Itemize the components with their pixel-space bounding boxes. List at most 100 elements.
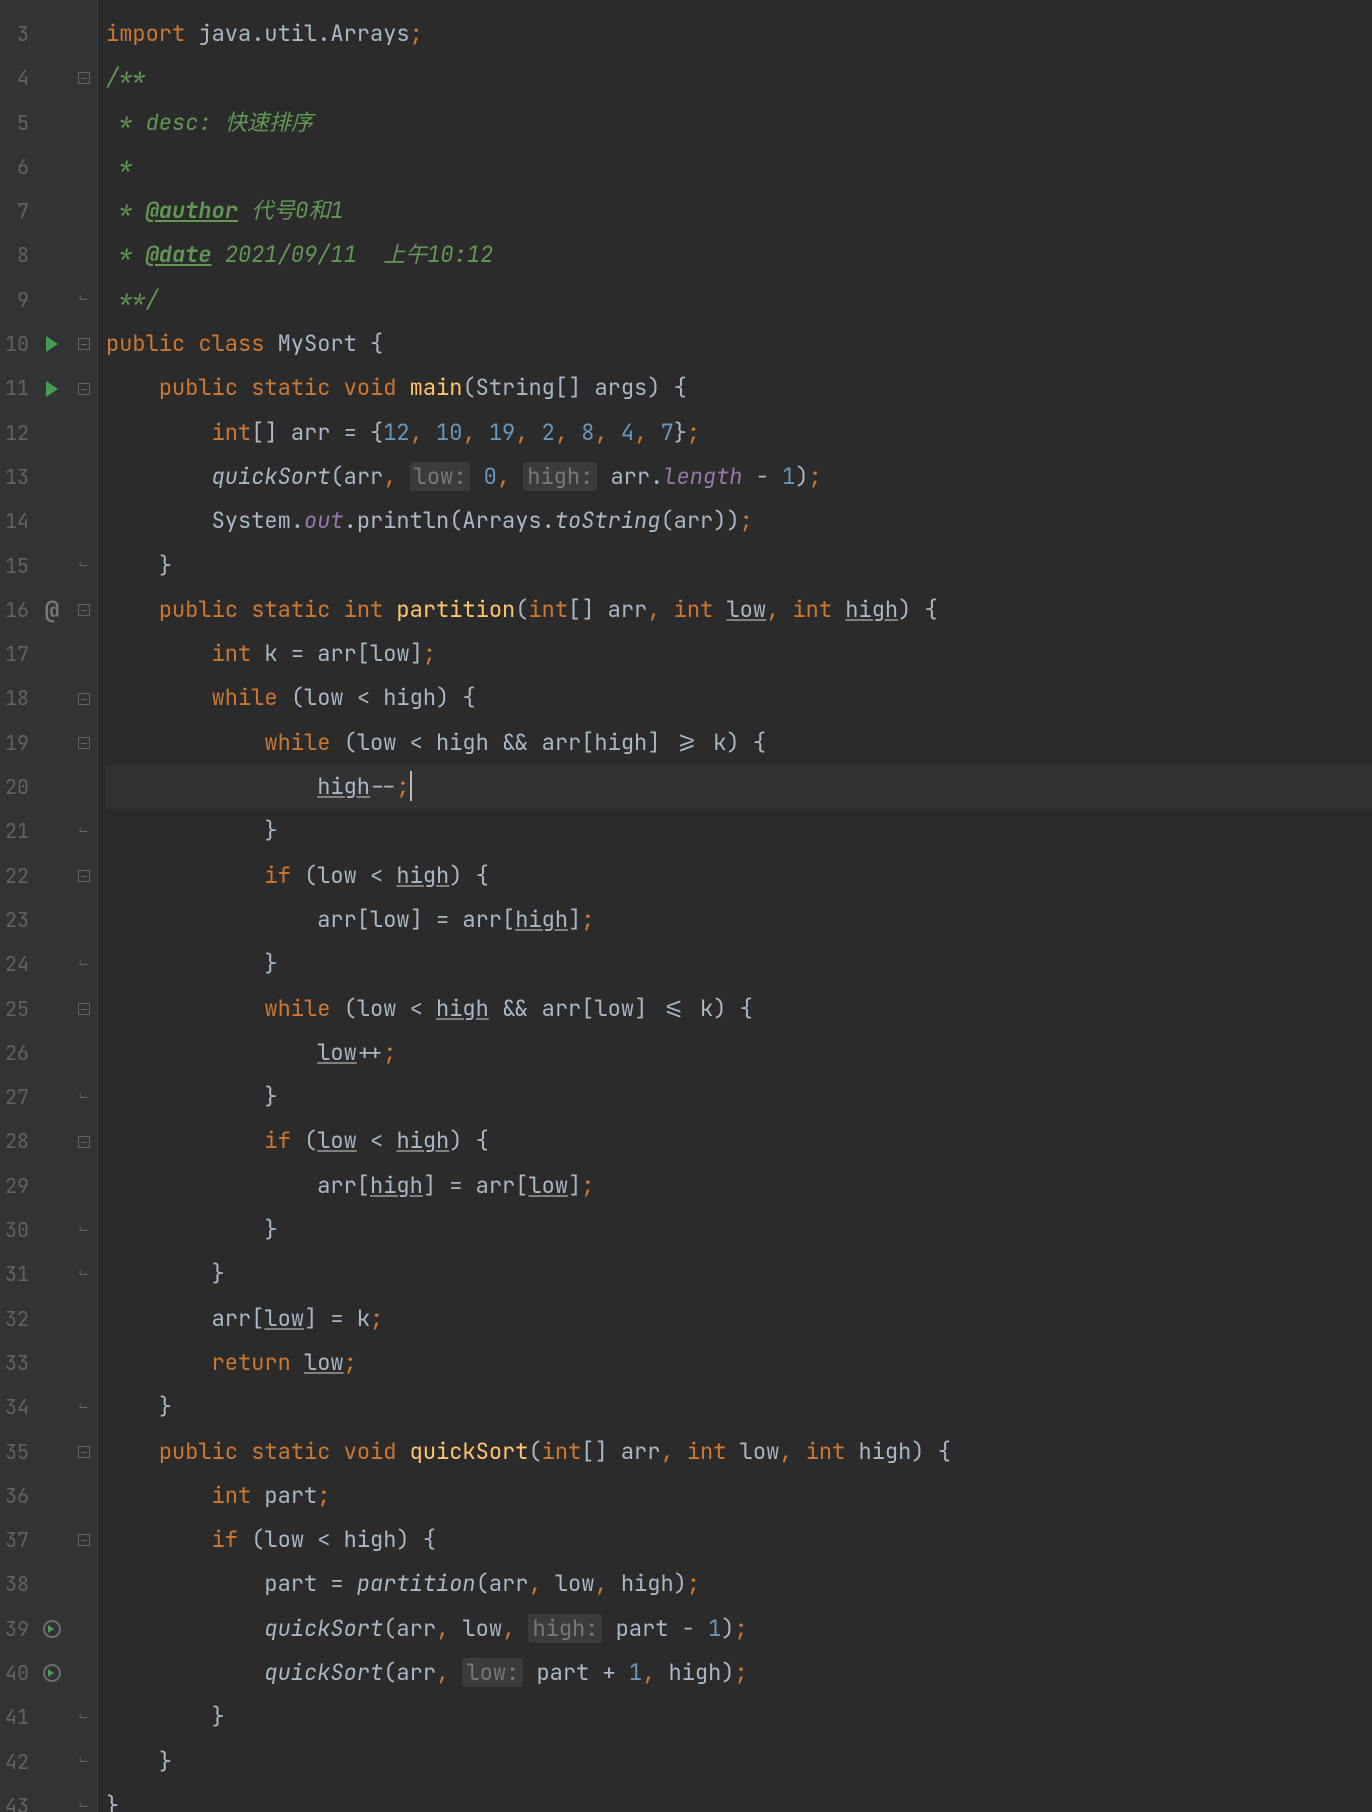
code-line[interactable]: public static void quickSort(int[] arr, … bbox=[106, 1430, 1372, 1474]
code-line[interactable]: int part; bbox=[106, 1474, 1372, 1518]
code-line[interactable]: part = partition(arr, low, high); bbox=[106, 1562, 1372, 1606]
line-number[interactable]: 32 bbox=[0, 1297, 34, 1341]
line-number[interactable]: 24 bbox=[0, 942, 34, 986]
line-number[interactable]: 31 bbox=[0, 1252, 34, 1296]
line-number[interactable]: 40 bbox=[0, 1651, 34, 1695]
code-area[interactable]: import java.util.Arrays;/** * desc: 快速排序… bbox=[98, 0, 1372, 1812]
code-line[interactable]: } bbox=[106, 809, 1372, 853]
code-line[interactable]: } bbox=[106, 1740, 1372, 1784]
line-number[interactable]: 6 bbox=[0, 145, 34, 189]
line-number[interactable]: 13 bbox=[0, 455, 34, 499]
code-line[interactable]: } bbox=[106, 1252, 1372, 1296]
code-line[interactable]: } bbox=[106, 1208, 1372, 1252]
code-line[interactable]: public class MySort { bbox=[106, 322, 1372, 366]
code-editor[interactable]: 3456789101112131415161718192021222324252… bbox=[0, 0, 1372, 1812]
line-number[interactable]: 39 bbox=[0, 1607, 34, 1651]
line-number[interactable]: 29 bbox=[0, 1164, 34, 1208]
line-number[interactable]: 20 bbox=[0, 765, 34, 809]
line-number[interactable]: 30 bbox=[0, 1208, 34, 1252]
code-line[interactable]: arr[high] = arr[low]; bbox=[106, 1164, 1372, 1208]
fold-toggle-icon[interactable] bbox=[78, 338, 90, 350]
fold-toggle-icon[interactable] bbox=[78, 737, 90, 749]
code-line[interactable]: if (low < high) { bbox=[106, 1119, 1372, 1163]
code-line[interactable]: } bbox=[106, 1784, 1372, 1812]
gutter-icons-column[interactable]: @ bbox=[34, 0, 70, 1812]
line-number[interactable]: 12 bbox=[0, 411, 34, 455]
line-number[interactable]: 23 bbox=[0, 898, 34, 942]
run-icon[interactable] bbox=[46, 381, 58, 397]
code-line[interactable]: low++; bbox=[106, 1031, 1372, 1075]
run-icon[interactable] bbox=[46, 336, 58, 352]
code-line[interactable]: if (low < high) { bbox=[106, 1518, 1372, 1562]
fold-toggle-icon[interactable] bbox=[78, 604, 90, 616]
code-line[interactable]: /** bbox=[106, 56, 1372, 100]
fold-column[interactable]: ⌐⌐⌐⌐⌐⌐⌐⌐⌐⌐⌐ bbox=[70, 0, 98, 1812]
line-number[interactable]: 15 bbox=[0, 544, 34, 588]
code-line[interactable]: arr[low] = arr[high]; bbox=[106, 898, 1372, 942]
code-line[interactable]: int[] arr = {12, 10, 19, 2, 8, 4, 7}; bbox=[106, 411, 1372, 455]
code-line[interactable]: * @date 2021/09/11 上午10:12 bbox=[106, 233, 1372, 277]
code-line[interactable]: quickSort(arr, low: 0, high: arr.length … bbox=[106, 455, 1372, 499]
line-number[interactable]: 22 bbox=[0, 854, 34, 898]
line-number[interactable]: 9 bbox=[0, 278, 34, 322]
line-number[interactable]: 33 bbox=[0, 1341, 34, 1385]
code-line[interactable]: quickSort(arr, low, high: part - 1); bbox=[106, 1607, 1372, 1651]
recursive-call-icon[interactable] bbox=[43, 1620, 61, 1638]
code-line[interactable]: * bbox=[106, 145, 1372, 189]
code-line[interactable]: while (low < high && arr[low] <= k) { bbox=[106, 987, 1372, 1031]
recursive-call-icon[interactable] bbox=[43, 1664, 61, 1682]
line-number[interactable]: 27 bbox=[0, 1075, 34, 1119]
code-line[interactable]: * desc: 快速排序 bbox=[106, 101, 1372, 145]
fold-toggle-icon[interactable] bbox=[78, 1003, 90, 1015]
code-line[interactable]: public static void main(String[] args) { bbox=[106, 366, 1372, 410]
code-line[interactable]: arr[low] = k; bbox=[106, 1297, 1372, 1341]
fold-toggle-icon[interactable] bbox=[78, 1534, 90, 1546]
line-number[interactable]: 42 bbox=[0, 1740, 34, 1784]
line-number[interactable]: 37 bbox=[0, 1518, 34, 1562]
code-line[interactable]: } bbox=[106, 1385, 1372, 1429]
line-number[interactable]: 19 bbox=[0, 721, 34, 765]
fold-toggle-icon[interactable] bbox=[78, 1446, 90, 1458]
line-number[interactable]: 21 bbox=[0, 809, 34, 853]
line-number[interactable]: 16 bbox=[0, 588, 34, 632]
line-number[interactable]: 25 bbox=[0, 987, 34, 1031]
line-number[interactable]: 34 bbox=[0, 1385, 34, 1429]
line-number[interactable]: 7 bbox=[0, 189, 34, 233]
line-number[interactable]: 5 bbox=[0, 101, 34, 145]
code-line[interactable]: quickSort(arr, low: part + 1, high); bbox=[106, 1651, 1372, 1695]
line-number[interactable]: 35 bbox=[0, 1430, 34, 1474]
code-line[interactable]: if (low < high) { bbox=[106, 854, 1372, 898]
line-number[interactable]: 38 bbox=[0, 1562, 34, 1606]
fold-toggle-icon[interactable] bbox=[78, 870, 90, 882]
override-icon[interactable]: @ bbox=[45, 595, 59, 626]
code-line[interactable]: * @author 代号0和1 bbox=[106, 189, 1372, 233]
code-line[interactable]: } bbox=[106, 544, 1372, 588]
code-line[interactable]: } bbox=[106, 942, 1372, 986]
code-line[interactable]: while (low < high) { bbox=[106, 676, 1372, 720]
line-number[interactable]: 28 bbox=[0, 1119, 34, 1163]
fold-toggle-icon[interactable] bbox=[78, 1136, 90, 1148]
code-line[interactable]: int k = arr[low]; bbox=[106, 632, 1372, 676]
line-number[interactable]: 17 bbox=[0, 632, 34, 676]
line-number[interactable]: 26 bbox=[0, 1031, 34, 1075]
line-number[interactable]: 36 bbox=[0, 1474, 34, 1518]
code-line[interactable]: while (low < high && arr[high] >= k) { bbox=[106, 721, 1372, 765]
line-number[interactable]: 10 bbox=[0, 322, 34, 366]
line-number[interactable]: 4 bbox=[0, 56, 34, 100]
line-number[interactable]: 14 bbox=[0, 499, 34, 543]
fold-toggle-icon[interactable] bbox=[78, 383, 90, 395]
code-line[interactable]: import java.util.Arrays; bbox=[106, 12, 1372, 56]
fold-toggle-icon[interactable] bbox=[78, 72, 90, 84]
line-number[interactable]: 41 bbox=[0, 1695, 34, 1739]
line-number[interactable]: 18 bbox=[0, 676, 34, 720]
code-line[interactable]: } bbox=[106, 1075, 1372, 1119]
code-line[interactable]: } bbox=[106, 1695, 1372, 1739]
code-line[interactable]: return low; bbox=[106, 1341, 1372, 1385]
line-number[interactable]: 43 bbox=[0, 1784, 34, 1812]
fold-toggle-icon[interactable] bbox=[78, 693, 90, 705]
line-number-gutter[interactable]: 3456789101112131415161718192021222324252… bbox=[0, 0, 34, 1812]
line-number[interactable]: 3 bbox=[0, 12, 34, 56]
line-number[interactable]: 8 bbox=[0, 233, 34, 277]
line-number[interactable]: 11 bbox=[0, 366, 34, 410]
code-line[interactable]: System.out.println(Arrays.toString(arr))… bbox=[106, 499, 1372, 543]
